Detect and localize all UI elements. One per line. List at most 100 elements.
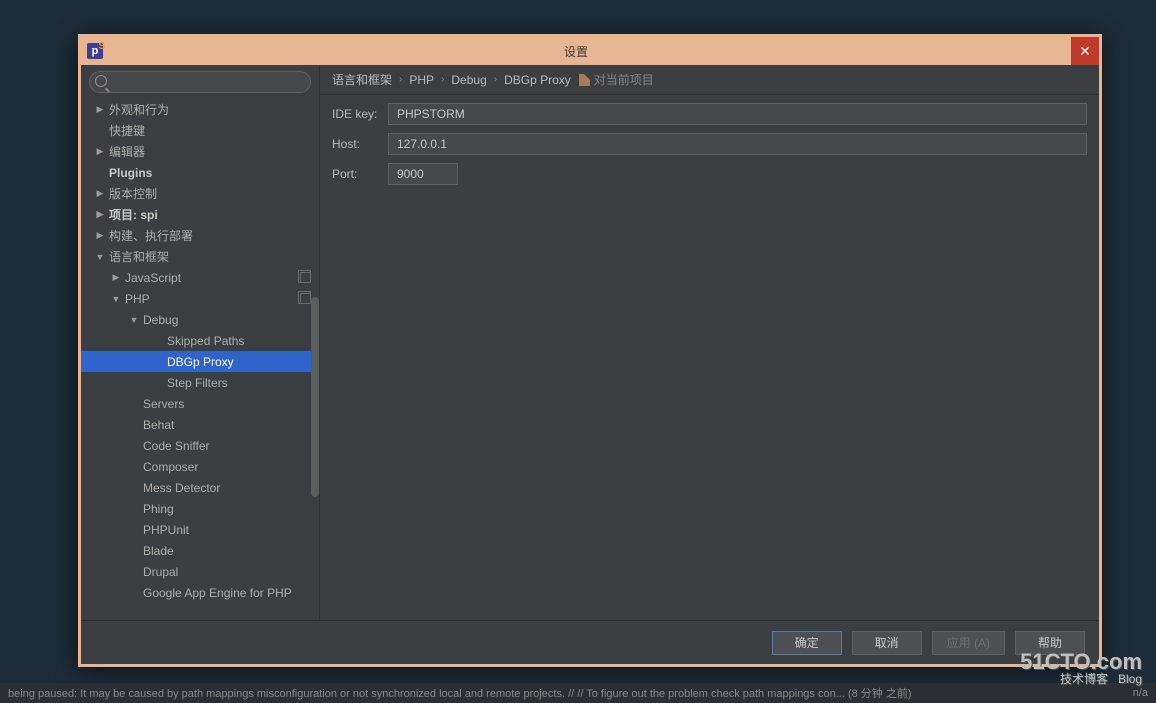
tree-item[interactable]: Blade bbox=[81, 540, 319, 561]
chevron-down-icon: ▼ bbox=[111, 294, 121, 304]
tree-item-label: Step Filters bbox=[167, 376, 228, 390]
form-row-idekey: IDE key: bbox=[332, 103, 1087, 125]
breadcrumb-part[interactable]: DBGp Proxy bbox=[504, 73, 571, 87]
tree-item[interactable]: ▶ 版本控制 bbox=[81, 183, 319, 204]
tree-item-label: 构建、执行部署 bbox=[109, 227, 193, 244]
tree-item-label: Mess Detector bbox=[143, 481, 220, 495]
tree-item-label: 快捷键 bbox=[109, 122, 145, 139]
titlebar: p 设置 ✕ bbox=[81, 37, 1099, 65]
chevron-down-icon: ▼ bbox=[129, 315, 139, 325]
tree-item-label: 项目: spi bbox=[109, 206, 158, 223]
tree-item-label: DBGp Proxy bbox=[167, 355, 234, 369]
tree-item-label: 语言和框架 bbox=[109, 248, 169, 265]
dialog-body: ▶ 外观和行为快捷键 ▶ 编辑器 Plugins ▶ 版本控制 ▶ 项目: spi ▶ 构建、执行部… bbox=[81, 65, 1099, 664]
tree-item[interactable]: Step Filters bbox=[81, 372, 319, 393]
tree-item[interactable]: ▶ 项目: spi bbox=[81, 204, 319, 225]
close-button[interactable]: ✕ bbox=[1071, 37, 1099, 65]
tree-item[interactable]: ▶ 构建、执行部署 bbox=[81, 225, 319, 246]
tree-item[interactable]: Mess Detector bbox=[81, 477, 319, 498]
tree-item-label: Drupal bbox=[143, 565, 178, 579]
chevron-right-icon: ▶ bbox=[95, 230, 105, 241]
tree-item-label: Composer bbox=[143, 460, 198, 474]
settings-dialog: p 设置 ✕ ▶ 外观和行为快捷键 ▶ 编辑器 Plugins ▶ 版本控制 ▶ 项目: spi… bbox=[78, 34, 1102, 667]
tree-item-label: 编辑器 bbox=[109, 143, 145, 160]
tree-item[interactable]: ▼ Debug bbox=[81, 309, 319, 330]
chevron-right-icon: › bbox=[399, 74, 402, 85]
tree-item[interactable]: Skipped Paths bbox=[81, 330, 319, 351]
chevron-right-icon: ▶ bbox=[95, 188, 105, 199]
tree-item[interactable]: Drupal bbox=[81, 561, 319, 582]
tree-item[interactable]: Plugins bbox=[81, 162, 319, 183]
watermark: 51CTO.com 技术博客 Blog bbox=[1020, 651, 1142, 685]
watermark-line2b: Blog bbox=[1118, 673, 1142, 685]
tree-item[interactable]: ▶ 外观和行为 bbox=[81, 99, 319, 120]
tree-item[interactable]: ▼ 语言和框架 bbox=[81, 246, 319, 267]
tree-item[interactable]: ▼ PHP bbox=[81, 288, 319, 309]
tree-item[interactable]: Phing bbox=[81, 498, 319, 519]
search-wrap bbox=[81, 65, 319, 97]
status-message: being paused: It may be caused by path m… bbox=[8, 685, 1108, 701]
watermark-line1: 51CTO.com bbox=[1020, 651, 1142, 673]
chevron-right-icon: › bbox=[494, 74, 497, 85]
tree-item[interactable]: Servers bbox=[81, 393, 319, 414]
search-icon bbox=[95, 75, 107, 87]
cancel-button[interactable]: 取消 bbox=[852, 631, 922, 655]
chevron-right-icon: › bbox=[441, 74, 444, 85]
tree-item-label: Debug bbox=[143, 313, 178, 327]
app-icon: p bbox=[87, 43, 103, 59]
project-icon bbox=[579, 74, 590, 86]
status-bar: being paused: It may be caused by path m… bbox=[0, 683, 1156, 703]
tree-item[interactable]: ▶ 编辑器 bbox=[81, 141, 319, 162]
idekey-input[interactable] bbox=[388, 103, 1087, 125]
breadcrumb-part[interactable]: 语言和框架 bbox=[332, 71, 392, 88]
tree-item-label: Plugins bbox=[109, 166, 152, 180]
project-scope-icon bbox=[300, 293, 311, 304]
port-input[interactable] bbox=[388, 163, 458, 185]
tree-item-label: 版本控制 bbox=[109, 185, 157, 202]
breadcrumb-part[interactable]: PHP bbox=[409, 73, 434, 87]
content-row: ▶ 外观和行为快捷键 ▶ 编辑器 Plugins ▶ 版本控制 ▶ 项目: spi ▶ 构建、执行部… bbox=[81, 65, 1099, 620]
idekey-label: IDE key: bbox=[332, 107, 388, 121]
tree-item[interactable]: ▶ JavaScript bbox=[81, 267, 319, 288]
settings-tree[interactable]: ▶ 外观和行为快捷键 ▶ 编辑器 Plugins ▶ 版本控制 ▶ 项目: spi ▶ 构建、执行部… bbox=[81, 97, 319, 620]
sidebar: ▶ 外观和行为快捷键 ▶ 编辑器 Plugins ▶ 版本控制 ▶ 项目: spi ▶ 构建、执行部… bbox=[81, 65, 320, 620]
form-row-port: Port: bbox=[332, 163, 1087, 185]
tree-item-label: PHP bbox=[125, 292, 150, 306]
dialog-footer: 确定 取消 应用 (A) 帮助 bbox=[81, 620, 1099, 664]
tree-item[interactable]: 快捷键 bbox=[81, 120, 319, 141]
project-scope-label: 对当前项目 bbox=[594, 71, 654, 88]
tree-item[interactable]: Composer bbox=[81, 456, 319, 477]
chevron-right-icon: ▶ bbox=[111, 272, 121, 283]
tree-item[interactable]: DBGp Proxy bbox=[81, 351, 319, 372]
tree-item[interactable]: Behat bbox=[81, 414, 319, 435]
tree-item-label: Behat bbox=[143, 418, 174, 432]
window-title: 设置 bbox=[81, 43, 1071, 60]
search-input[interactable] bbox=[89, 71, 311, 93]
tree-item-label: JavaScript bbox=[125, 271, 181, 285]
chevron-right-icon: ▶ bbox=[95, 146, 105, 157]
tree-item-label: Blade bbox=[143, 544, 174, 558]
ok-button[interactable]: 确定 bbox=[772, 631, 842, 655]
breadcrumb: 语言和框架 › PHP › Debug › DBGp Proxy 对当前项目 bbox=[320, 65, 1099, 95]
host-label: Host: bbox=[332, 137, 388, 151]
tree-item-label: Servers bbox=[143, 397, 184, 411]
chevron-down-icon: ▼ bbox=[95, 252, 105, 262]
main-panel: 语言和框架 › PHP › Debug › DBGp Proxy 对当前项目 I… bbox=[320, 65, 1099, 620]
chevron-right-icon: ▶ bbox=[95, 209, 105, 220]
tree-item-label: Phing bbox=[143, 502, 174, 516]
tree-item-label: Skipped Paths bbox=[167, 334, 244, 348]
chevron-right-icon: ▶ bbox=[95, 104, 105, 115]
breadcrumb-part[interactable]: Debug bbox=[451, 73, 486, 87]
tree-item[interactable]: Code Sniffer bbox=[81, 435, 319, 456]
status-right: n/a bbox=[1108, 687, 1148, 699]
tree-item[interactable]: Google App Engine for PHP bbox=[81, 582, 319, 603]
apply-button[interactable]: 应用 (A) bbox=[932, 631, 1005, 655]
form-row-host: Host: bbox=[332, 133, 1087, 155]
tree-item-label: 外观和行为 bbox=[109, 101, 169, 118]
tree-item[interactable]: PHPUnit bbox=[81, 519, 319, 540]
tree-item-label: Code Sniffer bbox=[143, 439, 210, 453]
tree-scrollbar[interactable] bbox=[311, 297, 319, 497]
host-input[interactable] bbox=[388, 133, 1087, 155]
tree-item-label: Google App Engine for PHP bbox=[143, 586, 292, 600]
settings-form: IDE key: Host: Port: bbox=[320, 95, 1099, 201]
